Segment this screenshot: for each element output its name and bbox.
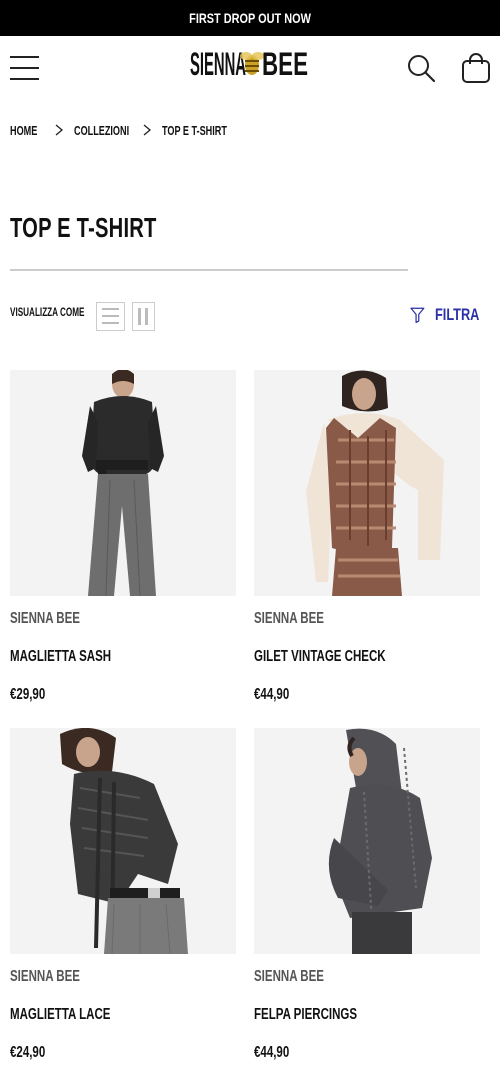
breadcrumb-home[interactable]: HOME	[10, 123, 37, 138]
product-name[interactable]: FELPA PIERCINGS	[254, 1006, 357, 1024]
product-brand: SIENNA BEE	[10, 968, 80, 985]
breadcrumb: HOME COLLEZIONI TOP E T-SHIRT	[10, 120, 252, 140]
product-image[interactable]	[10, 370, 236, 596]
page-title: TOP E T-SHIRT	[10, 212, 157, 243]
product-image[interactable]	[10, 728, 236, 954]
product-price: €44,90	[254, 1044, 290, 1061]
announcement-bar[interactable]: FIRST DROP OUT NOW	[0, 0, 500, 36]
list-view-button[interactable]	[96, 302, 125, 331]
logo-mark: SIENNA BEE	[190, 46, 308, 82]
filter-label: FILTRA	[434, 305, 480, 324]
product-name[interactable]: GILET VINTAGE CHECK	[254, 648, 386, 666]
site-header: SIENNA BEE	[0, 36, 500, 100]
breadcrumb-collections[interactable]: COLLEZIONI	[74, 123, 129, 138]
product-image[interactable]	[254, 370, 480, 596]
product-price: €24,90	[10, 1044, 46, 1061]
product-brand: SIENNA BEE	[254, 968, 324, 985]
announcement-text[interactable]: FIRST DROP OUT NOW	[189, 10, 311, 26]
product-brand: SIENNA BEE	[10, 610, 80, 627]
product-image[interactable]	[254, 728, 480, 954]
product-name[interactable]: MAGLIETTA SASH	[10, 648, 111, 666]
product-name[interactable]: MAGLIETTA LACE	[10, 1006, 110, 1024]
shopping-bag-icon[interactable]	[460, 52, 492, 84]
grid-view-button[interactable]	[132, 302, 155, 331]
view-as-label: VISUALIZZA COME	[10, 305, 85, 319]
chevron-right-icon	[132, 120, 162, 140]
product-brand: SIENNA BEE	[254, 610, 324, 627]
product-price: €29,90	[10, 686, 46, 703]
search-icon[interactable]	[406, 53, 436, 83]
breadcrumb-current: TOP E T-SHIRT	[162, 122, 227, 138]
logo[interactable]: SIENNA BEE	[188, 44, 312, 84]
logo-left-text: SIENNA	[190, 46, 246, 82]
chevron-right-icon	[44, 120, 74, 140]
funnel-icon	[410, 307, 425, 324]
product-price: €44,90	[254, 686, 290, 703]
hamburger-icon[interactable]	[10, 55, 39, 81]
title-divider	[10, 269, 408, 271]
logo-right-text: BEE	[262, 46, 308, 82]
filter-button[interactable]: FILTRA	[410, 302, 494, 328]
